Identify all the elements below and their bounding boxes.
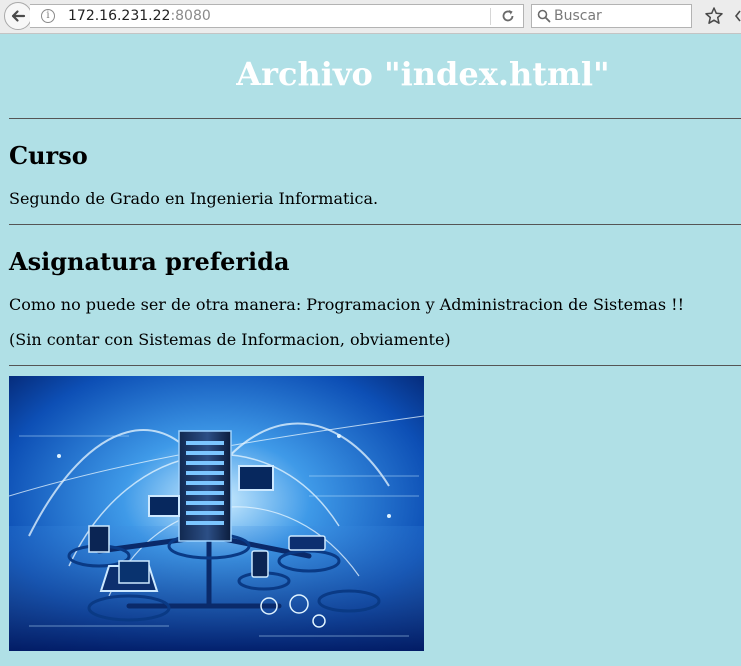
browser-toolbar: i 172.16.231.22:8080 (0, 0, 741, 34)
horizontal-rule (9, 118, 741, 119)
section-paragraph: Segundo de Grado en Ingenieria Informati… (9, 189, 379, 208)
section-heading-curso: Curso (9, 141, 88, 170)
url-divider (490, 8, 491, 25)
network-server-image (9, 376, 424, 651)
bookmark-star-icon[interactable] (704, 6, 724, 26)
url-port: :8080 (170, 8, 211, 24)
section-paragraph: (Sin contar con Sistemas de Informacion,… (9, 330, 451, 349)
horizontal-rule (9, 365, 741, 366)
url-text[interactable]: 172.16.231.22:8080 (68, 8, 211, 24)
section-paragraph: Como no puede ser de otra manera: Progra… (9, 295, 684, 314)
url-host: 172.16.231.22 (68, 8, 171, 24)
back-button[interactable] (4, 2, 32, 30)
search-icon (537, 9, 551, 23)
page-content: Archivo "index.html" Curso Segundo de Gr… (0, 34, 741, 666)
search-input[interactable] (554, 7, 686, 25)
horizontal-rule (9, 224, 741, 225)
search-bar[interactable] (531, 4, 692, 28)
url-bar[interactable]: i 172.16.231.22:8080 (30, 4, 524, 28)
reload-icon[interactable] (500, 8, 516, 24)
site-info-icon[interactable]: i (41, 9, 55, 23)
section-heading-asignatura: Asignatura preferida (9, 247, 290, 276)
toolbar-overflow-icon[interactable] (734, 8, 741, 24)
page-title: Archivo "index.html" (236, 55, 610, 93)
back-arrow-icon (11, 10, 26, 22)
